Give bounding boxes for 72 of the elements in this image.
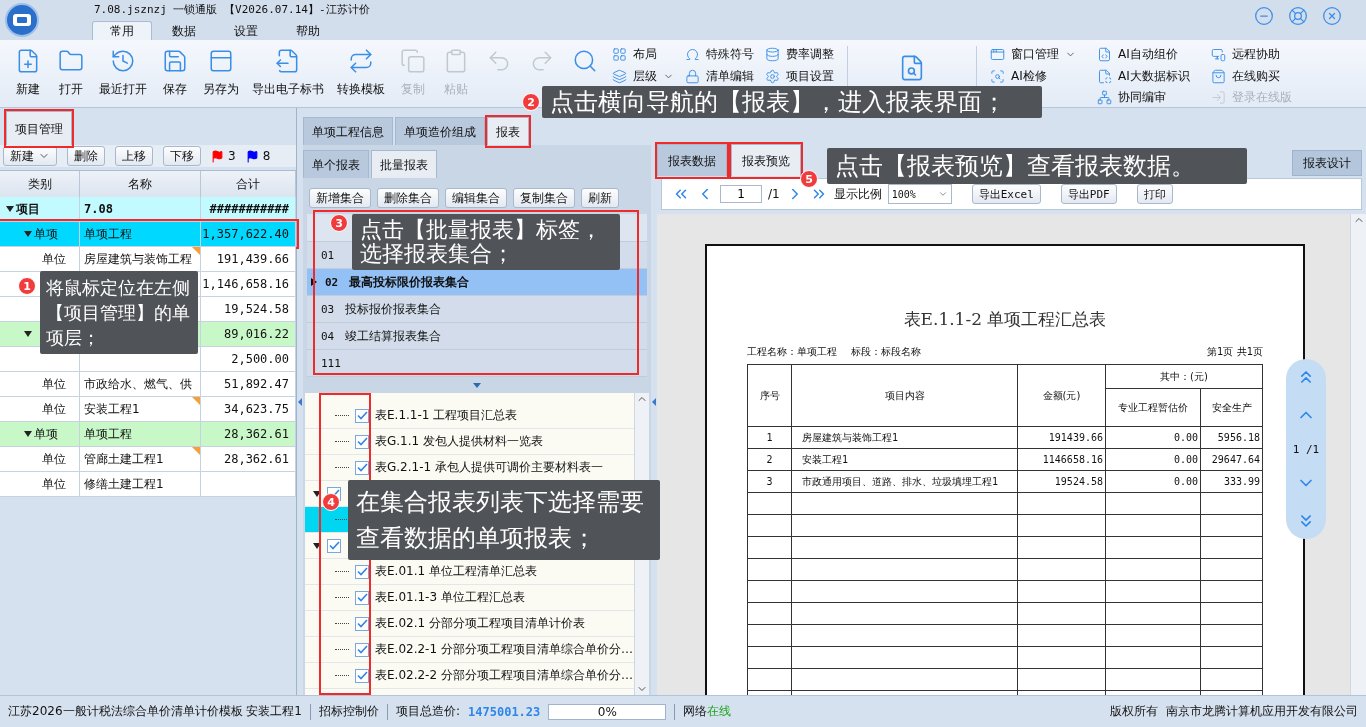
table-cell: 29647.64: [1200, 448, 1263, 471]
progress-reading: 0%: [596, 704, 618, 719]
table-cell: 19,524.58: [223, 302, 289, 316]
page-total: /1: [768, 187, 780, 201]
step-tooltip: 点击【报表预览】查看报表数据。: [827, 148, 1247, 184]
company-name: 南京市龙腾计算机应用开发有限公司: [1166, 703, 1358, 720]
step-tooltip: 将鼠标定位在左侧【项目管理】的单项层；: [40, 271, 198, 354]
total-value: 1475001.23: [468, 704, 541, 719]
table-cell: 28,362.61: [223, 427, 289, 441]
table-cell: 单位: [42, 450, 66, 468]
table-cell: 1,357,622.40: [202, 227, 289, 241]
table-cell: 1146658.16: [1017, 448, 1106, 471]
table-cell: 安装工程1: [791, 448, 1018, 471]
column-header: 金额(元): [1017, 364, 1106, 427]
table-cell: 34,623.75: [223, 402, 289, 416]
window-title: 7.08.jsznzj 一锁通版 【V2026.07.14】-江苏计价: [93, 2, 371, 18]
template-name: 江苏2026一般计税法综合单价清单计价模板 安装工程1: [8, 703, 302, 720]
page-indicator: 1 /1: [1292, 442, 1320, 456]
column-header: 专业工程暂估价: [1105, 388, 1201, 427]
table-cell: 单位: [42, 475, 66, 493]
table-cell: 单位: [42, 375, 66, 393]
table-cell: ###########: [209, 202, 289, 216]
table-cell: 1,146,658.16: [202, 277, 289, 291]
column-header: 项目内容: [791, 364, 1018, 427]
table-cell: 333.99: [1200, 470, 1263, 493]
network-status: 在线: [707, 703, 732, 720]
table-cell: 房屋建筑与装饰工程1: [791, 426, 1018, 449]
step-tooltip: 点击横向导航的【报表】，进入报表界面；: [542, 86, 1042, 118]
table-cell: 191,439.66: [216, 252, 289, 266]
table-cell: 单项工程: [84, 425, 132, 443]
step-tooltip: 在集合报表列表下选择需要查看数据的单项报表；: [348, 480, 660, 560]
table-cell: 89,016.22: [223, 327, 289, 341]
table-cell: 修缮土建工程1: [84, 475, 164, 493]
table-cell: 单项: [34, 425, 58, 443]
column-header: 安全生产: [1200, 388, 1263, 427]
column-header: 其中：(元): [1105, 364, 1263, 389]
network-label: 网络: [683, 703, 708, 720]
table-cell: 单项: [34, 225, 58, 243]
table-cell: 1: [747, 426, 792, 449]
table-cell: 房屋建筑与装饰工程: [84, 250, 192, 268]
page-info: 第1页 共1页: [1207, 345, 1263, 359]
column-header: 序号: [747, 364, 792, 427]
table-cell: 5956.18: [1200, 426, 1263, 449]
table-cell: 0.00: [1105, 470, 1201, 493]
flag-count: 3: [228, 149, 236, 163]
table-cell: 市政给水、燃气、供: [84, 375, 192, 393]
pricing-mode: 招标控制价: [319, 703, 379, 720]
step-tooltip: 点击【批量报表】标签，选择报表集合；: [352, 214, 620, 270]
table-cell: 19524.58: [1017, 470, 1106, 493]
table-cell: 项目: [16, 200, 40, 218]
project-name: 工程名称：单项工程: [747, 345, 837, 359]
table-cell: 191439.66: [1017, 426, 1106, 449]
section-name: 标段：标段名称: [851, 345, 921, 359]
table-cell: 7.08: [84, 202, 113, 216]
table-cell: 0.00: [1105, 426, 1201, 449]
report-title: 表E.1.1-2 单项工程汇总表: [902, 308, 1108, 331]
table-cell: 28,362.61: [223, 452, 289, 466]
table-cell: 单位: [42, 250, 66, 268]
table-cell: 单位: [42, 400, 66, 418]
table-cell: 51,892.47: [223, 377, 289, 391]
table-cell: 0.00: [1105, 448, 1201, 471]
table-cell: 3: [747, 470, 792, 493]
table-cell: 2,500.00: [231, 352, 289, 366]
zoom-label: 显示比例: [833, 185, 882, 203]
copyright-label: 版权所有: [1110, 703, 1158, 720]
table-cell: 2: [747, 448, 792, 471]
table-cell: 市政通用项目、道路、排水、垃圾填埋工程1: [791, 470, 1018, 493]
flag-count: 8: [262, 149, 271, 163]
total-label: 项目总造价:: [396, 703, 461, 720]
table-cell: 单项工程: [84, 225, 132, 243]
table-cell: 管廊土建工程1: [84, 450, 164, 468]
table-cell: 安装工程1: [84, 400, 140, 418]
